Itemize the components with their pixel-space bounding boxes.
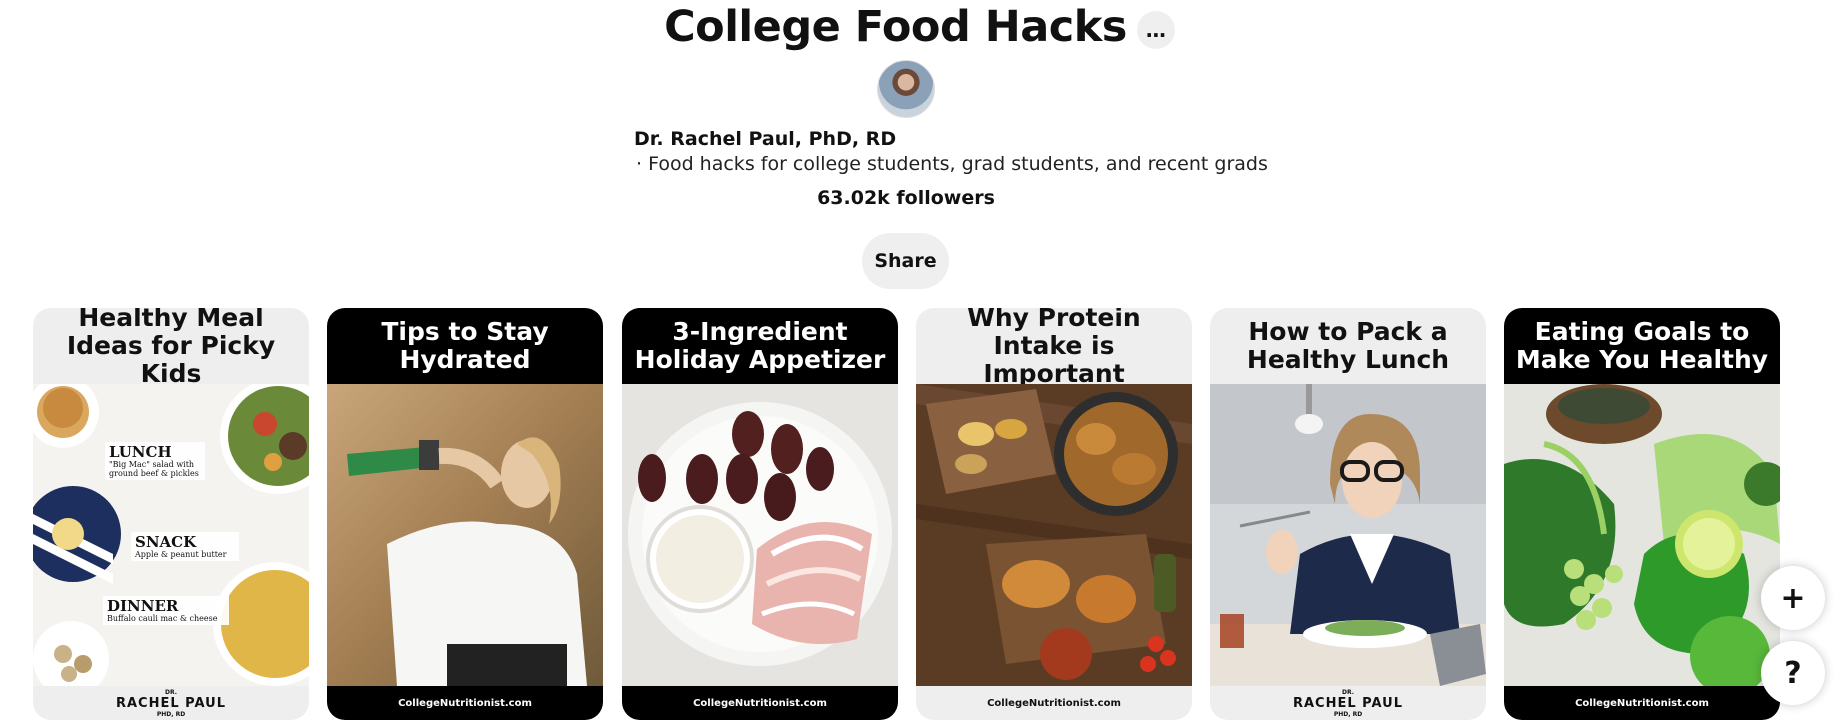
- pin-image: [916, 384, 1192, 686]
- help-button[interactable]: ?: [1761, 641, 1825, 705]
- share-button[interactable]: Share: [862, 233, 949, 289]
- meal-label-snack: SNACK Apple & peanut butter: [131, 532, 239, 561]
- pin-brand: CollegeNutritionist.com: [1504, 686, 1780, 720]
- pin-card[interactable]: How to Pack a Healthy Lunch DR. RACHEL P…: [1210, 308, 1486, 720]
- owner-name[interactable]: Dr. Rachel Paul, PhD, RD: [634, 128, 896, 150]
- create-plus-button[interactable]: +: [1761, 566, 1825, 630]
- pin-card[interactable]: Healthy Meal Ideas for Picky Kids LUNCH …: [33, 308, 309, 720]
- pin-brand: DR. RACHEL PAUL PHD, RD: [1210, 686, 1486, 720]
- pin-image: [327, 384, 603, 686]
- board-page: College Food Hacks … Dr. Rachel Paul, Ph…: [0, 0, 1839, 726]
- more-options-button[interactable]: …: [1136, 11, 1175, 49]
- pin-image: [622, 384, 898, 686]
- pin-title: Healthy Meal Ideas for Picky Kids: [33, 308, 309, 388]
- pin-title: 3-Ingredient Holiday Appetizer: [622, 308, 898, 384]
- owner-avatar[interactable]: [877, 60, 935, 118]
- board-title: College Food Hacks: [664, 2, 1127, 52]
- pin-card[interactable]: 3-Ingredient Holiday Appetizer CollegeNu…: [622, 308, 898, 720]
- board-description: · Food hacks for college students, grad …: [636, 153, 1268, 175]
- board-header: College Food Hacks …: [0, 0, 1839, 54]
- pin-title: How to Pack a Healthy Lunch: [1210, 308, 1486, 384]
- meal-label-dinner: DINNER Buffalo cauli mac & cheese: [103, 596, 229, 625]
- pin-title: Why Protein Intake is Important: [916, 308, 1192, 388]
- followers-count[interactable]: 63.02k followers: [0, 187, 1812, 209]
- meal-label-lunch: LUNCH "Big Mac" salad with ground beef &…: [105, 442, 205, 480]
- pin-brand: DR. RACHEL PAUL PHD, RD: [33, 686, 309, 720]
- pin-card[interactable]: Eating Goals to Make You Healthy College…: [1504, 308, 1780, 720]
- pin-image: [1504, 384, 1780, 686]
- pin-card[interactable]: Why Protein Intake is Important CollegeN…: [916, 308, 1192, 720]
- pin-brand: CollegeNutritionist.com: [622, 686, 898, 720]
- pin-brand: CollegeNutritionist.com: [327, 686, 603, 720]
- pin-image: LUNCH "Big Mac" salad with ground beef &…: [33, 384, 309, 686]
- pin-title: Tips to Stay Hydrated: [327, 308, 603, 384]
- pin-card[interactable]: Tips to Stay Hydrated CollegeNutritionis…: [327, 308, 603, 720]
- pin-brand: CollegeNutritionist.com: [916, 686, 1192, 720]
- pin-image: [1210, 384, 1486, 686]
- pin-title: Eating Goals to Make You Healthy: [1504, 308, 1780, 384]
